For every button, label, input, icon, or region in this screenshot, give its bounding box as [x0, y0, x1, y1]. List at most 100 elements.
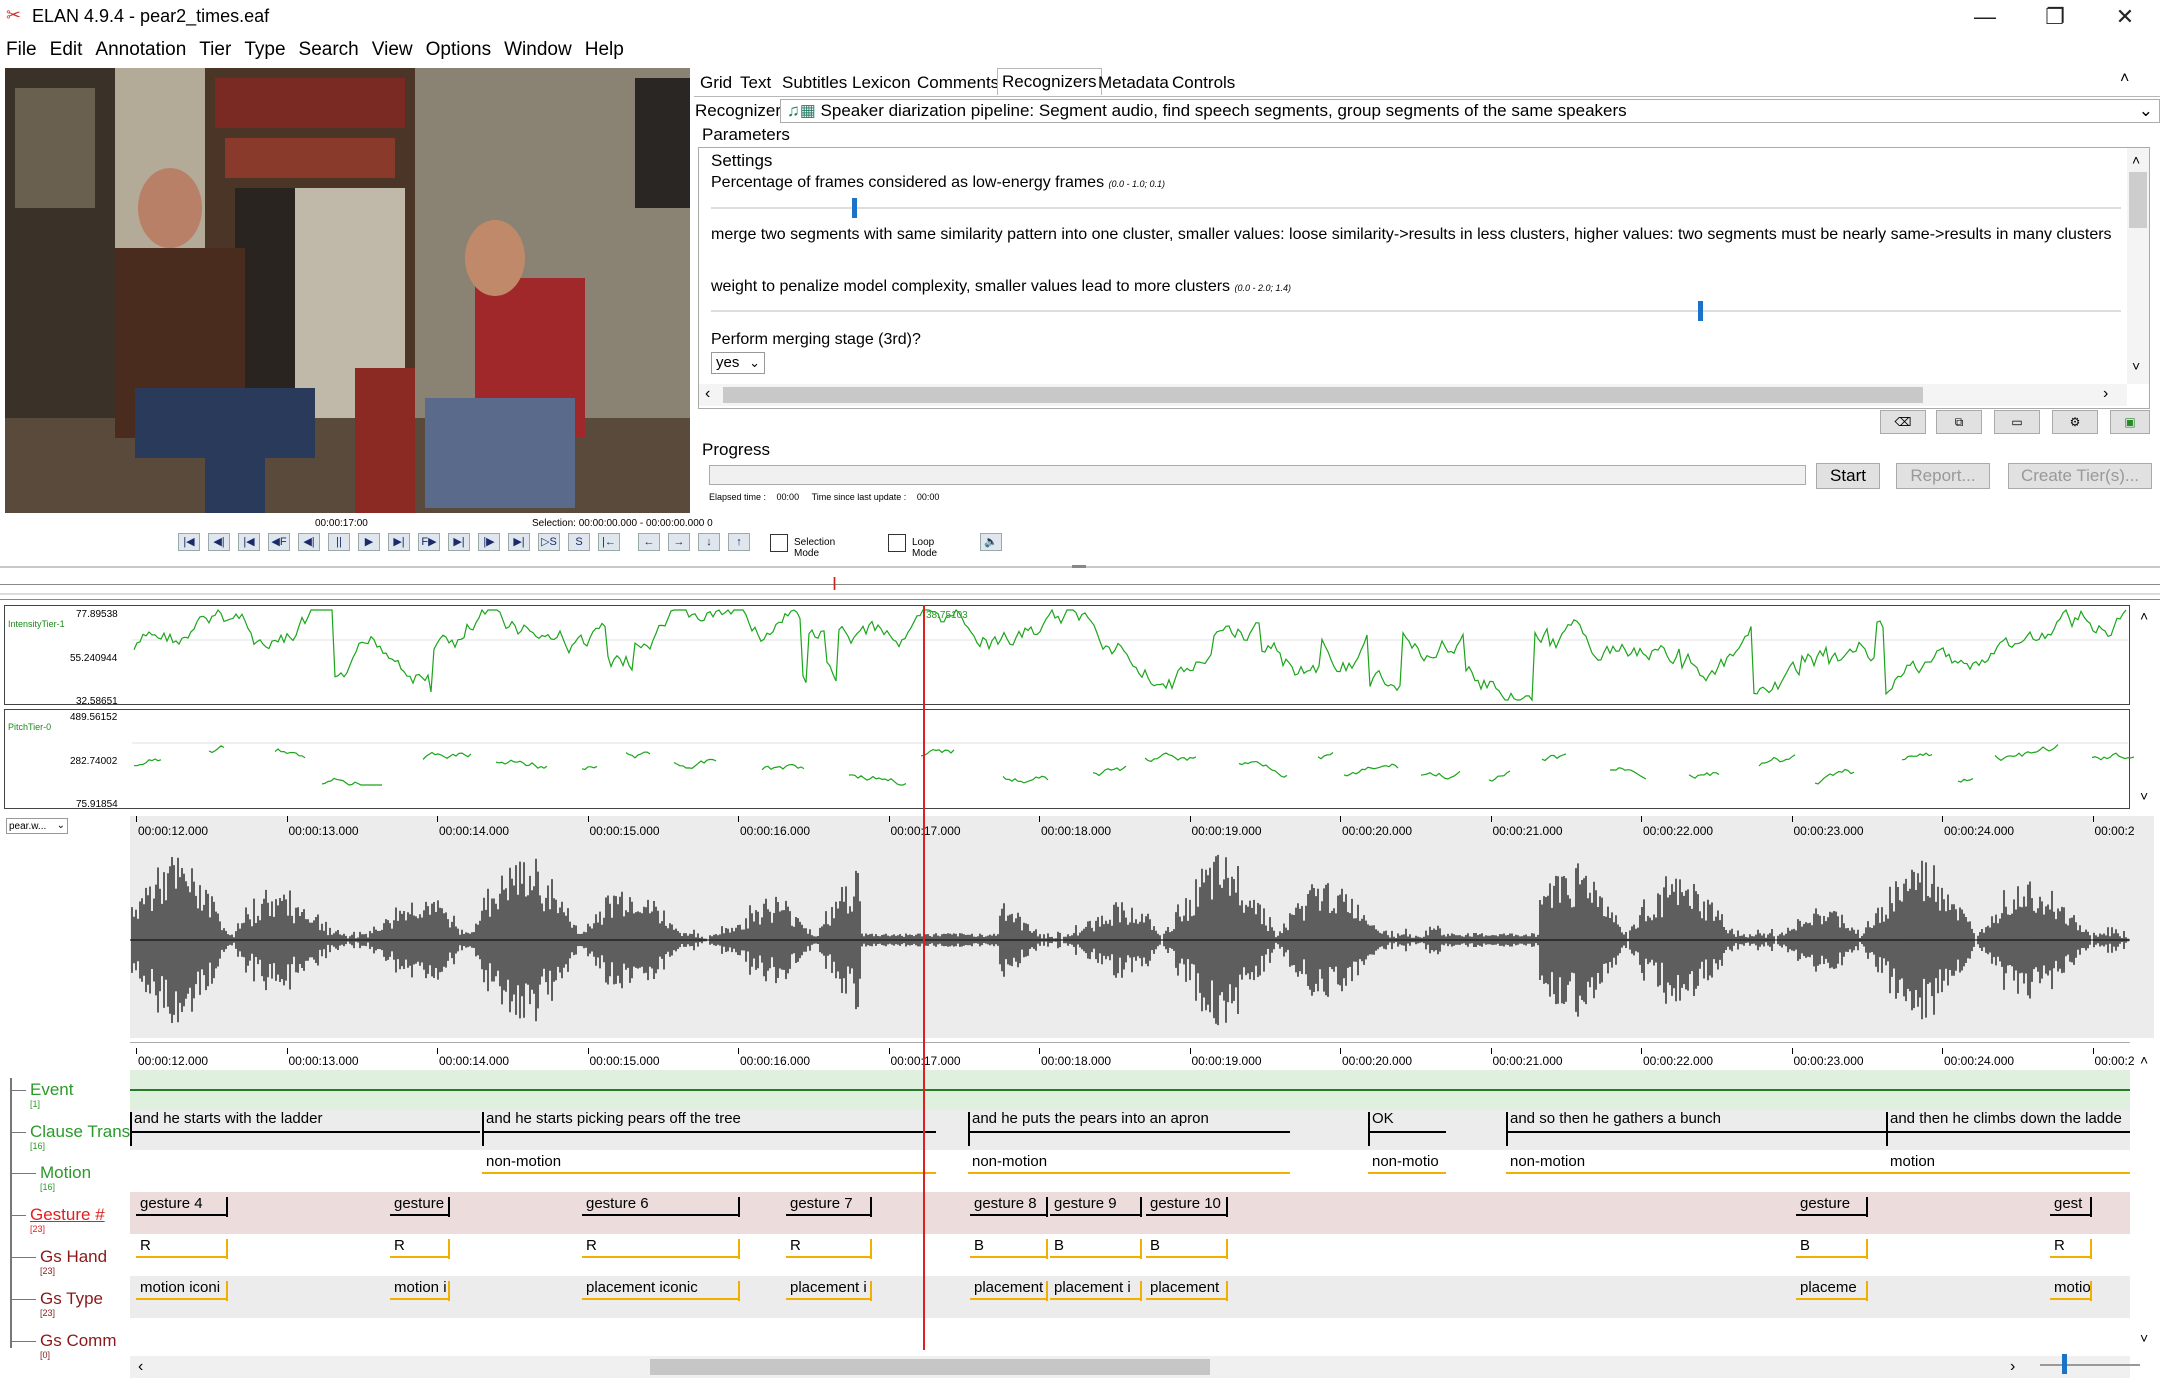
clause-annotation[interactable]: and he starts with the ladder [134, 1110, 478, 1127]
zoom-slider-track[interactable] [2040, 1364, 2140, 1366]
load-params-icon[interactable]: ▣ [2110, 410, 2150, 434]
scroll-left-icon[interactable]: ‹ [138, 1358, 143, 1376]
tier-scroll-down-icon[interactable]: ˅ [2140, 1330, 2148, 1346]
tab-scroll-up-icon[interactable]: ˄ [2120, 70, 2129, 88]
motion-annotation[interactable]: non-motion [972, 1153, 1288, 1170]
tier-label-event[interactable]: Event [1] [30, 1080, 73, 1109]
timeline-hscroll-thumb[interactable] [650, 1359, 1210, 1375]
clause-annotation[interactable]: and he puts the pears into an apron [972, 1110, 1288, 1127]
hand-annotation[interactable]: R [394, 1237, 448, 1254]
play-icon[interactable]: ▶ [358, 533, 380, 551]
tier-time-ruler[interactable]: 00:00:12.000 00:00:13.000 00:00:14.000 00:0… [0, 1048, 2160, 1070]
hand-annotation[interactable]: B [974, 1237, 1046, 1254]
clause-annotation[interactable]: OK [1372, 1110, 1444, 1127]
motion-annotation[interactable]: non-motion [1510, 1153, 1884, 1170]
clause-annotation[interactable]: and so then he gathers a bunch [1510, 1110, 1884, 1127]
menu-tier[interactable]: Tier [197, 36, 233, 64]
weight-slider-thumb[interactable] [1698, 301, 1703, 321]
tier-scroll-up-icon[interactable]: ˄ [2140, 1052, 2148, 1068]
step-forward-icon[interactable]: F▶ [418, 533, 440, 551]
tab-subtitles[interactable]: Subtitles [778, 70, 851, 96]
next-second-icon[interactable]: |▶ [478, 533, 500, 551]
play-selection-icon[interactable]: ▶| [388, 533, 410, 551]
tier-label-gs-hand[interactable]: Gs Hand [23] [40, 1247, 107, 1276]
hand-annotation[interactable]: R [790, 1237, 870, 1254]
selection-to-begin-icon[interactable]: |← [598, 533, 620, 551]
waveform-time-ruler[interactable]: 00:00:12.000 00:00:13.000 00:00:14.000 00:0… [0, 816, 2160, 840]
params-hscroll-thumb[interactable] [723, 387, 1923, 403]
params-hscrollbar[interactable]: ‹ › [699, 384, 2127, 406]
menu-type[interactable]: Type [242, 36, 287, 64]
configure-icon[interactable]: ⚙ [2052, 410, 2098, 434]
step-back-icon[interactable]: ◀F [268, 533, 290, 551]
hand-annotation[interactable]: B [1054, 1237, 1140, 1254]
tab-metadata[interactable]: Metadata [1094, 70, 1173, 96]
weight-slider-track[interactable] [711, 310, 2121, 312]
minimize-button[interactable]: — [1950, 0, 2020, 34]
menu-options[interactable]: Options [424, 36, 493, 64]
menu-annotation[interactable]: Annotation [93, 36, 188, 64]
left-arrow-icon[interactable]: ← [638, 533, 660, 551]
motion-annotation[interactable]: motion [1890, 1153, 2128, 1170]
clause-annotation[interactable]: and he starts picking pears off the tree [486, 1110, 934, 1127]
type-annotation[interactable]: placement iconic [586, 1279, 738, 1296]
params-vscroll-thumb[interactable] [2129, 172, 2147, 228]
hand-annotation[interactable]: R [586, 1237, 738, 1254]
hand-annotation[interactable]: B [1800, 1237, 1866, 1254]
type-annotation[interactable]: placement [1150, 1279, 1226, 1296]
volume-icon[interactable]: 🔈 [980, 533, 1002, 551]
go-to-begin-icon[interactable]: |◀ [178, 533, 200, 551]
clear-selection-icon[interactable]: S [568, 533, 590, 551]
type-annotation[interactable]: motion i [394, 1279, 448, 1296]
save-params-icon[interactable]: ▭ [1994, 410, 2040, 434]
type-annotation[interactable]: placement i [1054, 1279, 1140, 1296]
tab-grid[interactable]: Grid [696, 70, 736, 96]
gesture-annotation[interactable]: gesture 9 [1054, 1195, 1140, 1212]
gesture-annotation[interactable]: gest [2054, 1195, 2090, 1212]
zoom-slider-thumb[interactable] [2062, 1354, 2067, 1374]
menu-help[interactable]: Help [583, 36, 626, 64]
scroll-up-icon[interactable]: ˄ [2132, 152, 2140, 168]
next-frame-icon[interactable]: ▶| [448, 533, 470, 551]
splitter-handle[interactable] [1072, 565, 1086, 568]
report-button[interactable]: Report... [1896, 463, 1990, 489]
right-arrow-icon[interactable]: → [668, 533, 690, 551]
clear-params-icon[interactable]: ⌫ [1880, 410, 1926, 434]
type-annotation[interactable]: placement i [790, 1279, 870, 1296]
menu-window[interactable]: Window [502, 36, 574, 64]
hand-annotation[interactable]: R [140, 1237, 226, 1254]
overview-ruler[interactable] [0, 584, 2160, 600]
play-selection-back-icon[interactable]: ◀| [298, 533, 320, 551]
previous-frame-icon[interactable]: |◀ [238, 533, 260, 551]
motion-annotation[interactable]: non-motion [486, 1153, 934, 1170]
copy-params-icon[interactable]: ⧉ [1936, 410, 1982, 434]
gesture-annotation[interactable]: gesture 10 [1150, 1195, 1226, 1212]
scroll-right-icon[interactable]: › [2103, 385, 2108, 403]
up-arrow-icon[interactable]: ↑ [728, 533, 750, 551]
scroll-right-icon[interactable]: › [2010, 1358, 2015, 1376]
menu-view[interactable]: View [370, 36, 415, 64]
type-annotation[interactable]: placeme [1800, 1279, 1866, 1296]
low-energy-slider-thumb[interactable] [852, 198, 857, 218]
restore-button[interactable]: ❐ [2020, 0, 2090, 34]
gesture-annotation[interactable]: gesture [1800, 1195, 1866, 1212]
tab-recognizers[interactable]: Recognizers [997, 68, 1102, 95]
go-to-end-icon[interactable]: ▶| [508, 533, 530, 551]
scroll-left-icon[interactable]: ‹ [705, 385, 710, 403]
start-button[interactable]: Start [1816, 463, 1880, 489]
video-viewer[interactable] [5, 68, 690, 513]
tier-label-clause-trans[interactable]: Clause Trans [16] [30, 1122, 130, 1151]
gesture-annotation[interactable]: gesture [394, 1195, 448, 1212]
tier-label-gs-comm[interactable]: Gs Comm [0] [40, 1331, 117, 1360]
selection-mode-checkbox[interactable] [770, 534, 788, 552]
down-arrow-icon[interactable]: ↓ [698, 533, 720, 551]
tab-lexicon[interactable]: Lexicon [848, 70, 915, 96]
tab-comments[interactable]: Comments [913, 70, 1003, 96]
tier-label-gesture-[interactable]: Gesture # [23] [30, 1205, 105, 1234]
type-annotation[interactable]: motio [2054, 1279, 2090, 1296]
loop-mode-checkbox[interactable] [888, 534, 906, 552]
recognizer-select[interactable]: ♫▦ Speaker diarization pipeline: Segment… [780, 99, 2160, 123]
pause-icon[interactable]: || [328, 533, 350, 551]
timeline-hscrollbar[interactable]: ‹ › [130, 1356, 2130, 1378]
viewer-scroll-up-icon[interactable]: ˄ [2140, 608, 2148, 624]
